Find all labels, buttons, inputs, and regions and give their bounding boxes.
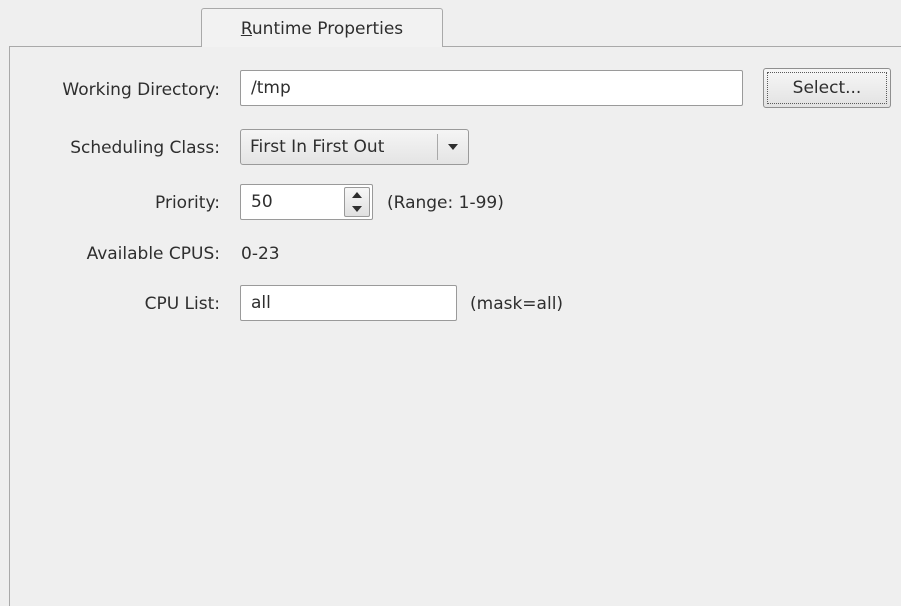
- caret-down-icon[interactable]: [345, 202, 369, 216]
- tab-label: untime Properties: [251, 19, 404, 39]
- priority-stepper[interactable]: [344, 187, 370, 217]
- priority-label: Priority:: [155, 193, 220, 213]
- working-directory-label: Working Directory:: [62, 80, 220, 100]
- chevron-down-icon[interactable]: [438, 130, 468, 164]
- cpu-list-label: CPU List:: [144, 294, 220, 314]
- priority-value: 50: [251, 192, 273, 212]
- tab-runtime-properties[interactable]: Runtime Properties: [201, 8, 443, 47]
- cpu-mask-text: (mask=all): [470, 294, 564, 314]
- tab-strip: Runtime Properties: [0, 0, 901, 47]
- tab-mnemonic: R: [240, 19, 252, 39]
- scheduling-class-label: Scheduling Class:: [70, 138, 220, 158]
- scheduling-class-value: First In First Out: [250, 137, 385, 157]
- priority-spinbox[interactable]: 50: [240, 184, 373, 220]
- select-button-label: Select...: [767, 72, 887, 104]
- scheduling-class-combo[interactable]: First In First Out: [240, 129, 469, 165]
- select-directory-button[interactable]: Select...: [763, 68, 891, 108]
- available-cpus-label: Available CPUS:: [86, 244, 220, 264]
- cpu-list-input[interactable]: [240, 285, 457, 321]
- priority-range-text: (Range: 1-99): [387, 193, 504, 213]
- available-cpus-value: 0-23: [241, 244, 280, 264]
- caret-up-icon[interactable]: [345, 188, 369, 202]
- working-directory-input[interactable]: [240, 70, 743, 106]
